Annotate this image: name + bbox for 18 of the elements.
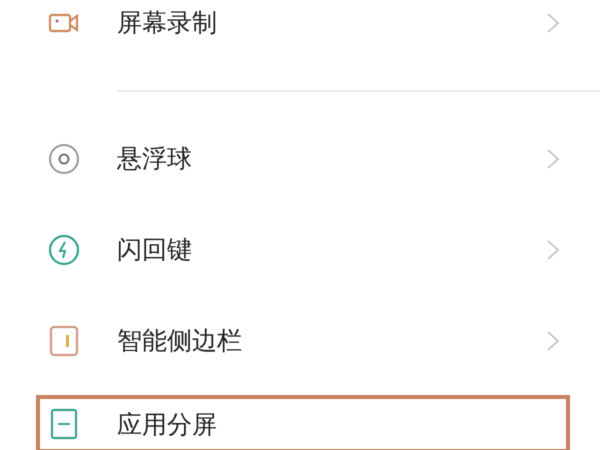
highlighted-setting-row[interactable]: 应用分屏 — [36, 395, 570, 450]
circle-dot-icon — [48, 142, 80, 174]
chevron-right-icon — [546, 238, 560, 260]
setting-row[interactable]: 闪回键 — [0, 204, 600, 295]
setting-label: 屏幕录制 — [117, 7, 218, 39]
chevron-right-icon — [546, 12, 560, 34]
lightning-icon — [48, 234, 80, 266]
setting-label: 闪回键 — [117, 234, 193, 266]
setting-row[interactable]: 屏幕录制 — [0, 0, 600, 68]
chevron-right-icon — [546, 330, 560, 352]
sidebar-icon — [48, 324, 80, 356]
setting-label: 应用分屏 — [117, 408, 218, 440]
setting-label: 悬浮球 — [117, 143, 193, 175]
setting-label: 智能侧边栏 — [117, 325, 243, 357]
chevron-right-icon — [546, 148, 560, 170]
split-screen-icon — [48, 408, 80, 440]
setting-row[interactable]: 智能侧边栏 — [0, 295, 600, 386]
setting-row[interactable]: 悬浮球 — [0, 113, 600, 204]
